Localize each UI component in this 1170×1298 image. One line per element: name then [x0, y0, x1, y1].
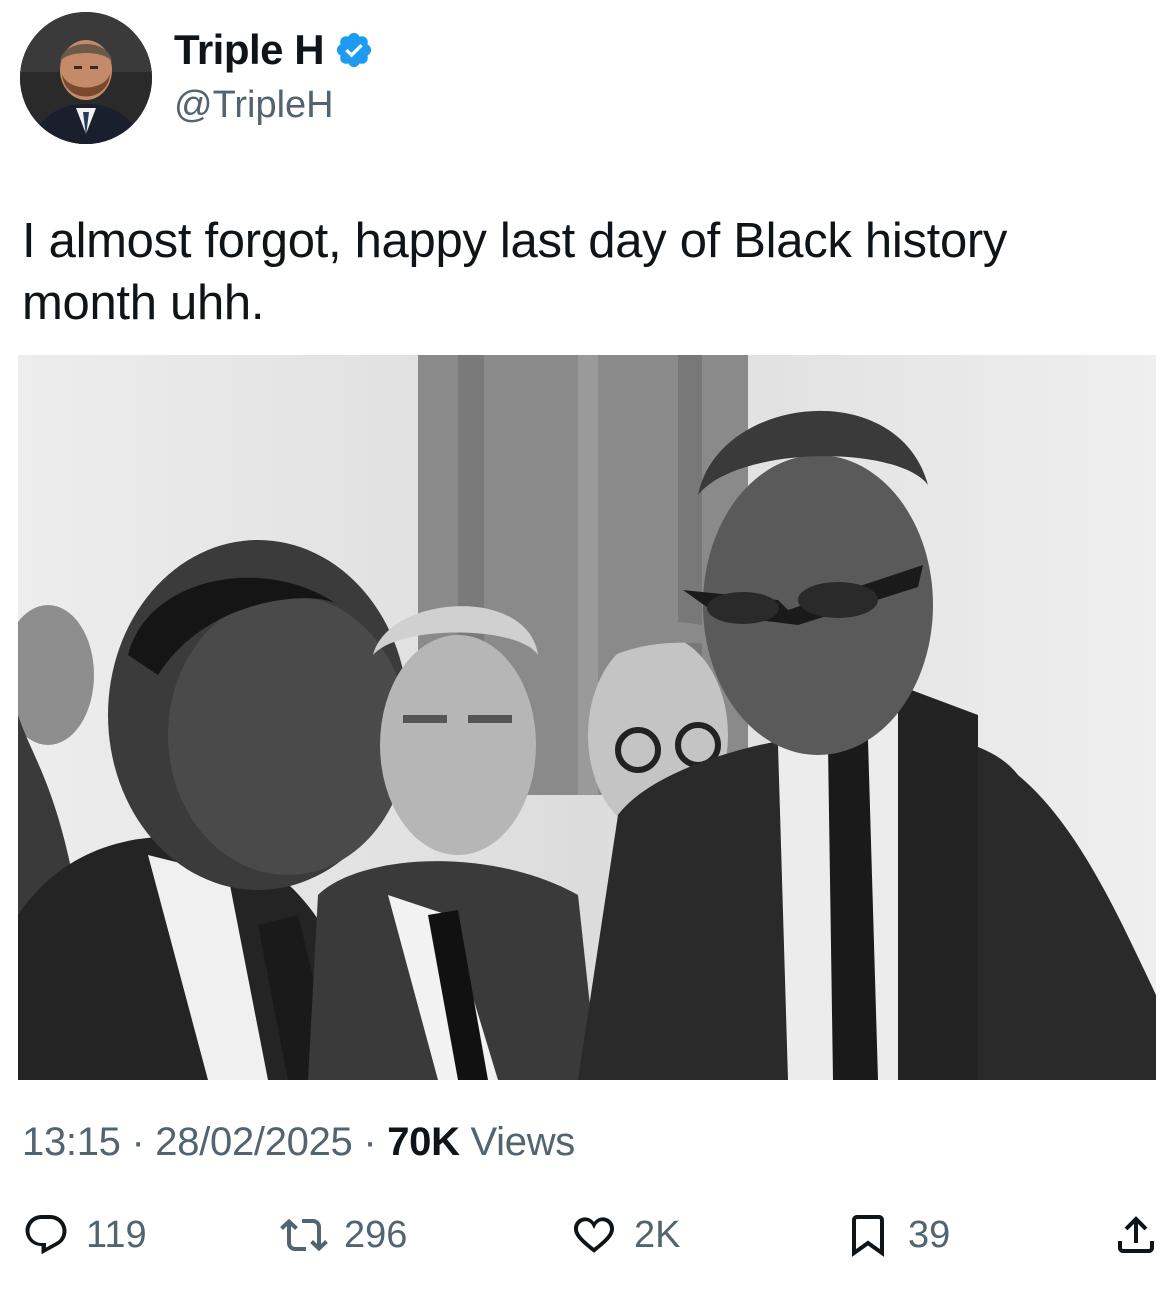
meta-separator: ·	[363, 1120, 377, 1164]
tweet-time[interactable]: 13:15	[22, 1120, 121, 1164]
author-handle[interactable]: @TripleH	[174, 84, 334, 127]
action-bar: 119 296 2K 39	[22, 1205, 1170, 1265]
verified-badge-icon	[334, 30, 374, 70]
bookmark-button[interactable]: 39	[844, 1205, 950, 1265]
reply-icon	[25, 1215, 67, 1255]
display-name[interactable]: Triple H	[174, 26, 325, 74]
tweet-meta: 13:15 · 28/02/2025 · 70K Views	[22, 1120, 575, 1165]
retweet-button[interactable]: 296	[280, 1205, 407, 1265]
heart-icon	[573, 1217, 615, 1253]
like-count: 2K	[634, 1213, 681, 1256]
reply-button[interactable]: 119	[22, 1205, 147, 1265]
tweet-card: Triple H @TripleH I almost forgot, happy…	[0, 0, 1170, 1298]
like-button[interactable]: 2K	[570, 1205, 680, 1265]
retweet-icon	[280, 1218, 328, 1252]
media-photo	[18, 355, 1156, 1080]
tweet-date[interactable]: 28/02/2025	[155, 1120, 353, 1164]
avatar-image	[20, 12, 152, 144]
bookmark-count: 39	[908, 1213, 951, 1256]
tweet-text: I almost forgot, happy last day of Black…	[22, 214, 1008, 330]
meta-separator: ·	[131, 1120, 145, 1164]
retweet-count: 296	[344, 1213, 408, 1256]
views-label: Views	[470, 1120, 576, 1164]
views-count: 70K	[387, 1120, 460, 1164]
avatar[interactable]	[20, 12, 152, 144]
reply-count: 119	[86, 1213, 147, 1256]
share-icon	[1118, 1216, 1154, 1253]
tweet-media[interactable]	[18, 355, 1156, 1080]
bookmark-icon	[852, 1215, 884, 1257]
share-button[interactable]	[1112, 1205, 1160, 1265]
author-name-row[interactable]: Triple H	[174, 26, 374, 74]
